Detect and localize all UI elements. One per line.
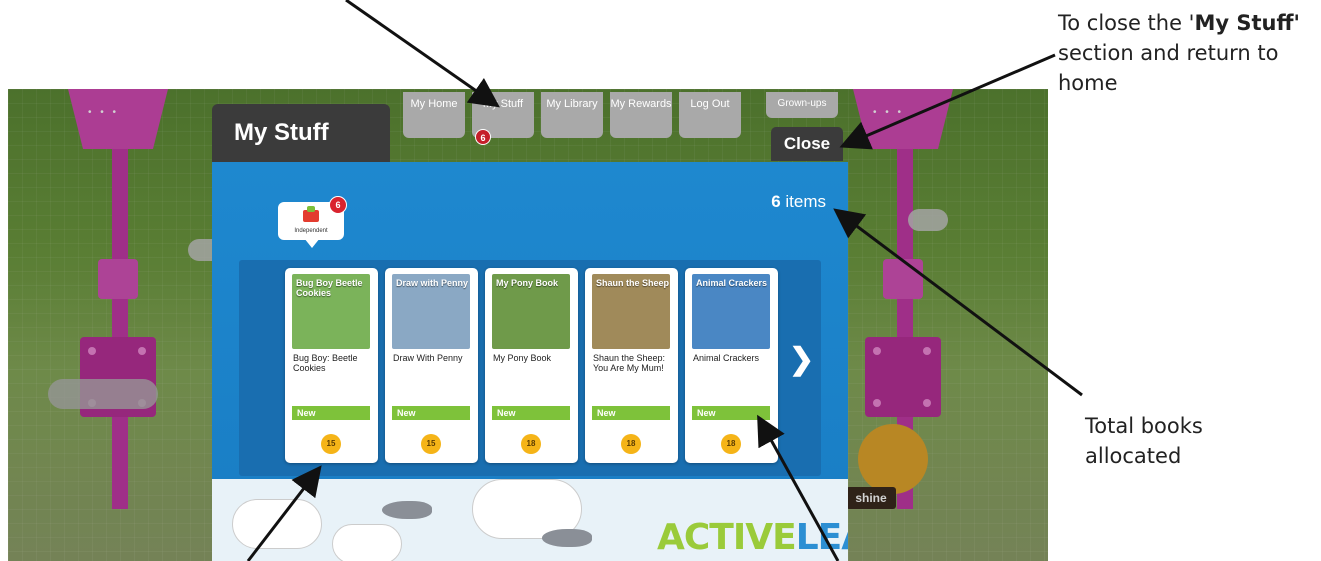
arrow-to-level-badge	[246, 465, 322, 561]
arrow-to-close	[839, 53, 1056, 150]
arrow-to-items-count	[833, 208, 1083, 397]
arrow-to-my-stuff	[345, 0, 500, 108]
annotated-screenshot: • • • • • • shine My Home My Stuff My Li…	[0, 0, 1321, 561]
annotation-arrows	[246, 0, 1083, 561]
arrow-to-new-tag	[757, 414, 840, 561]
